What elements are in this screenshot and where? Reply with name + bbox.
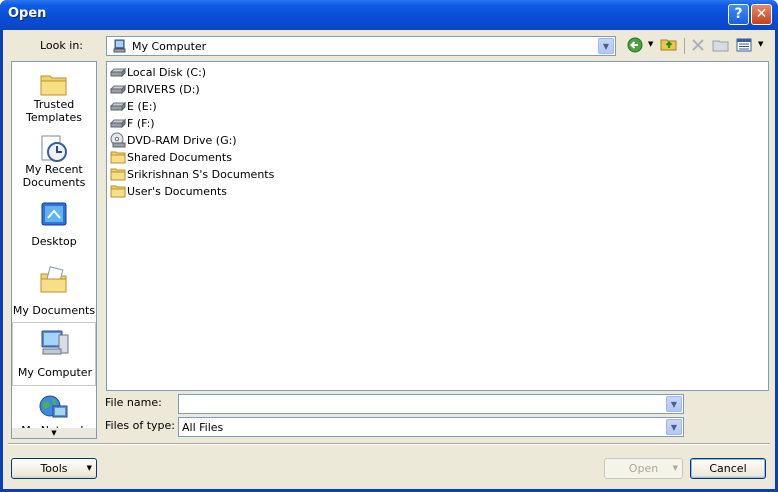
look-in-dropdown[interactable]: My Computer ▼ [106,36,616,56]
open-label: Open [628,462,659,475]
views-icon[interactable] [736,37,754,53]
network-globe-icon [39,395,68,418]
new-folder-icon[interactable] [712,37,730,53]
computer-icon [41,330,69,355]
divider [8,443,770,445]
open-dropdown-icon: ▼ [672,464,678,472]
desktop-icon [41,202,67,226]
files-of-type-value: All Files [182,421,224,434]
place-my-computer[interactable]: My Computer [12,322,96,386]
place-label: My Recent Documents [22,163,86,189]
place-label: Trusted Templates [26,98,82,124]
open-dialog: Open ? ✕ Look in: My Computer ▼ ▼ ▼ Trus… [0,0,778,492]
file-name: Local Disk (C:) [127,66,207,79]
toolbar-separator [684,38,685,54]
file-name: DRIVERS (D:) [127,83,200,96]
back-icon[interactable] [627,37,645,53]
place-my-documents[interactable]: My Documents [12,260,96,322]
window-title: Open [8,6,47,21]
hard-drive-icon [110,67,126,78]
cancel-button[interactable]: Cancel [690,458,766,479]
file-name: DVD-RAM Drive (G:) [127,134,237,147]
views-dropdown-icon[interactable]: ▼ [758,40,763,48]
tools-dropdown-icon: ▼ [86,464,92,472]
computer-icon [113,39,126,53]
open-button[interactable]: Open ▼ [604,458,683,479]
folder-icon [110,151,126,164]
file-list[interactable]: Local Disk (C:) DRIVERS (D:) E (E:) F (F… [106,61,769,391]
file-name: Shared Documents [127,151,232,164]
place-label: Desktop [31,235,77,248]
dvd-drive-icon [110,132,126,148]
hard-drive-icon [110,101,126,112]
look-in-value: My Computer [132,40,207,53]
recent-clock-icon [41,135,67,162]
cancel-label: Cancel [709,462,747,475]
tools-label: Tools [40,462,68,475]
file-name-field[interactable]: ▼ [178,394,684,414]
folder-icon [110,168,126,181]
place-label: My Computer [17,366,93,379]
files-of-type-label: Files of type: [105,419,176,432]
delete-icon[interactable] [689,37,707,53]
title-bar[interactable]: Open ? ✕ [0,0,778,30]
file-name: Srikrishnan S's Documents [127,168,275,181]
hard-drive-icon [110,118,126,129]
close-button[interactable]: ✕ [751,4,772,25]
places-bar: Trusted Templates My Recent Documents De… [11,61,97,439]
folder-icon [110,185,126,198]
file-name: User's Documents [127,185,228,198]
chevron-down-icon[interactable]: ▼ [666,419,682,435]
up-folder-icon[interactable] [660,36,678,52]
tools-button[interactable]: Tools ▼ [11,458,97,479]
hard-drive-icon [110,84,126,95]
dialog-body: Look in: My Computer ▼ ▼ ▼ Trusted Templ… [3,30,775,489]
places-scroll-down[interactable]: ▼ [12,428,96,438]
place-label: My Documents [12,304,96,317]
chevron-down-icon[interactable]: ▼ [666,396,682,412]
look-in-label: Look in: [40,39,83,52]
help-button[interactable]: ? [728,4,749,25]
place-trusted-templates[interactable]: Trusted Templates [12,64,96,126]
my-documents-icon [40,266,67,293]
file-name: E (E:) [127,100,157,113]
files-of-type-dropdown[interactable]: All Files ▼ [178,417,684,437]
place-my-recent-documents[interactable]: My Recent Documents [12,129,96,191]
place-desktop[interactable]: Desktop [12,195,96,257]
back-dropdown-icon[interactable]: ▼ [648,40,653,48]
file-name-label: File name: [105,396,162,409]
file-name: F (F:) [127,117,155,130]
folder-icon [40,75,67,96]
chevron-down-icon[interactable]: ▼ [598,38,614,54]
